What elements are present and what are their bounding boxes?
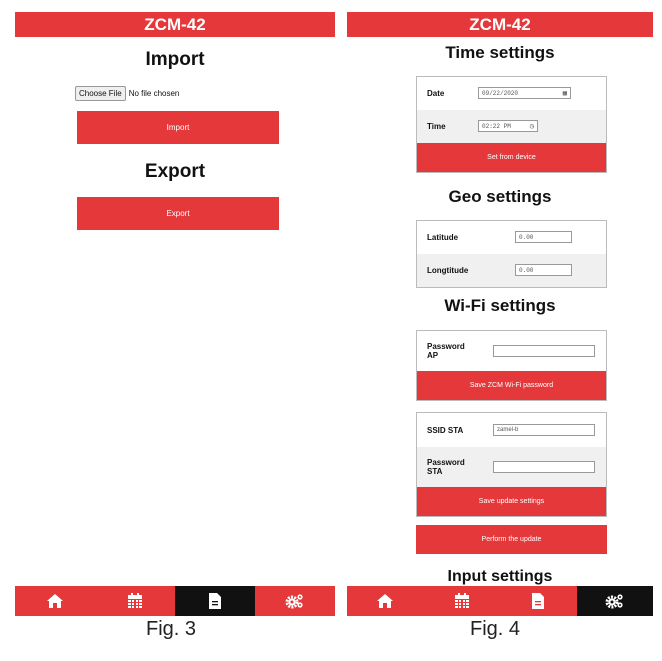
time-label: Time [427,122,446,131]
home-icon [377,594,394,608]
calendar-picker-icon[interactable]: ▦ [563,89,567,98]
nav-settings[interactable] [576,586,653,616]
latitude-input[interactable]: 0.00 [515,231,572,243]
document-icon [209,593,221,609]
calendar-icon [454,593,469,608]
file-picker[interactable]: Choose File No file chosen [75,86,179,101]
export-heading: Export [144,161,206,182]
time-row: Time 02:22 PM ◷ [417,110,606,143]
choose-file-button[interactable]: Choose File [75,86,126,101]
nav-calendar[interactable] [424,586,501,616]
password-sta-row: Password STA [417,447,606,487]
password-sta-label: Password STA [427,458,465,476]
file-status-text: No file chosen [128,89,180,98]
nav-home[interactable] [347,586,424,616]
calendar-icon [128,593,142,608]
import-heading: Import [145,49,205,70]
latitude-label: Latitude [427,233,459,242]
longitude-row: Longtitude 0.00 [417,254,606,287]
password-ap-label: Password AP [427,342,465,360]
longitude-input[interactable]: 0.00 [515,264,572,276]
gears-icon [285,594,303,609]
nav-home[interactable] [15,586,95,616]
app-title-bar: ZCM-42 [15,12,335,37]
date-input[interactable]: 09/22/2020 ▦ [478,87,571,99]
wifi-sta-card: SSID STA zamel-b Password STA Save updat… [416,412,607,517]
home-icon [47,594,63,608]
save-wifi-password-button[interactable]: Save ZCM Wi-Fi password [417,371,606,400]
input-settings-heading: Input settings [447,568,553,585]
nav-settings[interactable] [255,586,335,616]
wifi-ap-card: Password AP Save ZCM Wi-Fi password [416,330,607,401]
import-button[interactable]: Import [77,111,279,144]
time-settings-card: Date 09/22/2020 ▦ Time 02:22 PM ◷ Set fr… [416,76,607,173]
fig4-caption: Fig. 4 [470,618,521,640]
bottom-nav [347,586,653,616]
date-row: Date 09/22/2020 ▦ [417,77,606,110]
geo-settings-heading: Geo settings [448,187,552,206]
ssid-sta-row: SSID STA zamel-b [417,413,606,447]
clock-icon[interactable]: ◷ [530,122,534,131]
nav-calendar[interactable] [95,586,175,616]
wifi-settings-heading: Wi-Fi settings [444,296,556,315]
password-ap-input[interactable] [493,345,595,357]
time-settings-heading: Time settings [445,43,555,62]
password-sta-input[interactable] [493,461,595,473]
save-update-settings-button[interactable]: Save update settings [417,487,606,516]
password-ap-row: Password AP [417,331,606,371]
document-icon [532,593,545,609]
fig3-caption: Fig. 3 [146,618,197,640]
date-label: Date [427,89,445,98]
set-from-device-button[interactable]: Set from device [417,143,606,172]
export-button[interactable]: Export [77,197,279,230]
fig3-screen: ZCM-42 Import Choose File No file chosen… [15,12,335,616]
nav-documents[interactable] [500,586,577,616]
longitude-label: Longtitude [427,266,469,275]
perform-update-button[interactable]: Perform the update [416,525,607,554]
ssid-sta-label: SSID STA [427,425,464,435]
geo-settings-card: Latitude 0.00 Longtitude 0.00 [416,220,607,288]
nav-documents[interactable] [175,586,255,616]
time-input[interactable]: 02:22 PM ◷ [478,120,538,132]
gears-icon [605,594,623,609]
latitude-row: Latitude 0.00 [417,221,606,254]
app-title-bar: ZCM-42 [347,12,653,37]
fig4-screen: ZCM-42 Time settings Date 09/22/2020 ▦ T… [347,12,653,616]
bottom-nav [15,586,335,616]
ssid-sta-input[interactable]: zamel-b [493,424,595,436]
